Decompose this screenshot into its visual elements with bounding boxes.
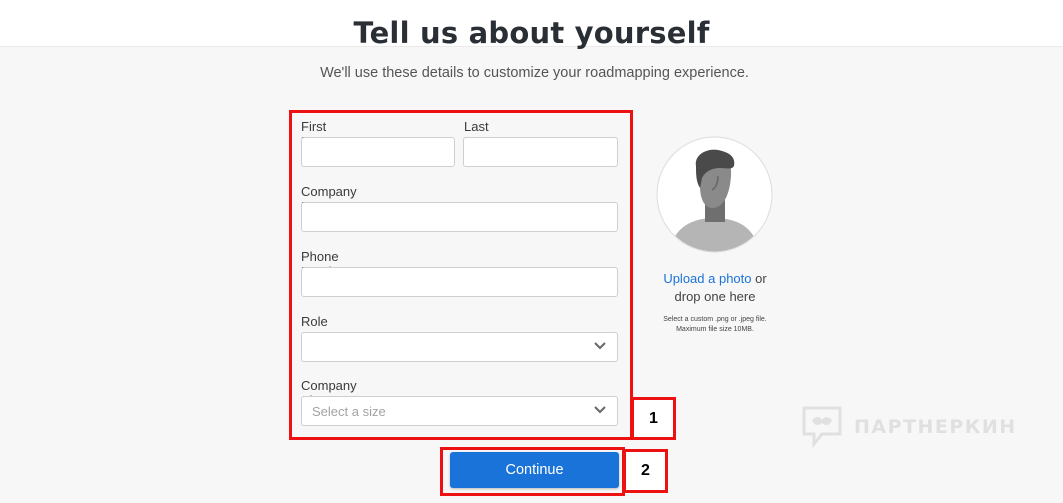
upload-note: Select a custom .png or .jpeg file. Maxi… (663, 316, 767, 333)
page-title: Tell us about yourself (353, 16, 710, 50)
upload-prompt: Upload a photo or (640, 270, 790, 288)
upload-or-text: or (751, 271, 767, 286)
watermark-text: ПАРТНЕРКИН (854, 416, 1017, 438)
continue-button[interactable]: Continue (450, 452, 619, 488)
upload-photo-link[interactable]: Upload a photo (663, 271, 751, 286)
watermark-logo-icon (802, 406, 842, 449)
watermark: ПАРТНЕРКИН (800, 404, 1015, 450)
highlight-box-1 (289, 110, 633, 440)
annotation-number-1: 1 (631, 397, 676, 440)
drop-text: drop one here (674, 289, 756, 304)
page-subtitle: We'll use these details to customize you… (320, 65, 749, 81)
annotation-number-2: 2 (623, 449, 668, 493)
avatar-placeholder-icon[interactable] (656, 136, 773, 253)
